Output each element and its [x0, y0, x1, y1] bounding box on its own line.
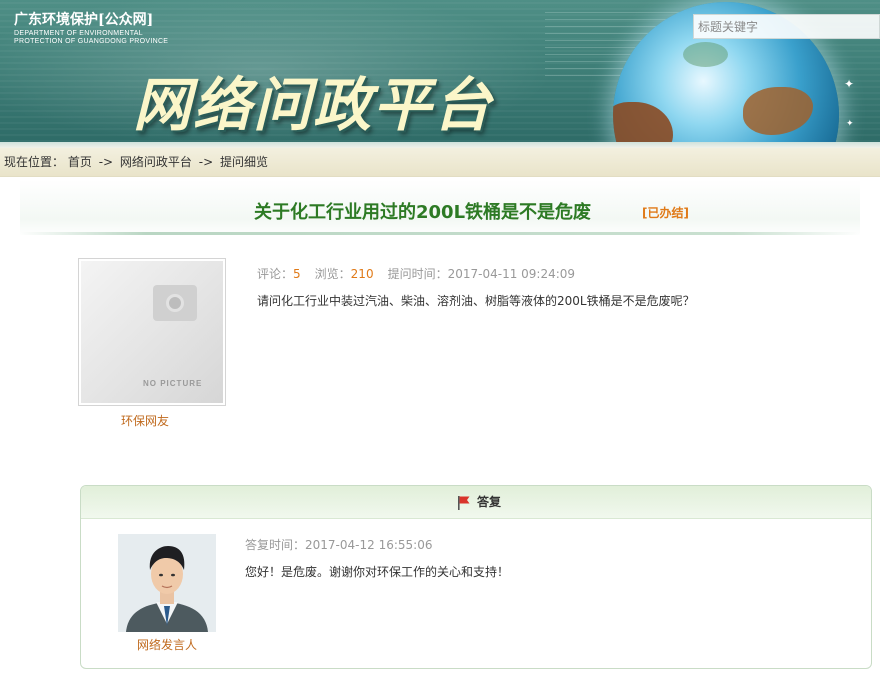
- ask-time-label: 提问时间：: [387, 267, 448, 281]
- reply-header-title: 答复: [457, 486, 501, 518]
- breadcrumb-separator: ->: [98, 155, 114, 169]
- no-picture-label: NO PICTURE: [143, 379, 203, 388]
- site-logo-english: DEPARTMENT OF ENVIRONMENTAL PROTECTION O…: [14, 30, 168, 46]
- ask-time-value: 2017-04-11 09:24:09: [447, 267, 576, 281]
- status-badge: [已办结]: [642, 206, 689, 220]
- no-picture-placeholder: NO PICTURE: [81, 261, 223, 403]
- reply-body: 您好！是危废。谢谢你对环保工作的关心和支持！: [245, 565, 510, 579]
- globe-land: [683, 42, 728, 67]
- logo-en-line: DEPARTMENT OF ENVIRONMENTAL: [14, 30, 143, 37]
- responder-name[interactable]: 网络发言人: [118, 636, 216, 653]
- breadcrumb: 现在位置： 首页 -> 网络问政平台 -> 提问细览: [0, 148, 880, 177]
- breadcrumb-current: 提问细览: [219, 155, 268, 169]
- site-logo[interactable]: 广东环境保护[公众网]: [14, 9, 153, 29]
- reply-time-label: 答复时间：: [245, 538, 306, 552]
- search-input[interactable]: [693, 14, 880, 39]
- sparkle-icon: ✦: [846, 119, 854, 129]
- reply-time-value: 2017-04-12 16:55:06: [305, 538, 433, 552]
- views-label: 浏览：: [314, 267, 351, 281]
- asker-name[interactable]: 环保网友: [78, 412, 212, 429]
- question-body: 请问化工行业中装过汽油、柴油、溶剂油、树脂等液体的200L铁桶是不是危废呢？: [257, 294, 695, 308]
- spokesperson-avatar: [118, 534, 216, 632]
- question-title: 关于化工行业用过的200L铁桶是不是危废: [254, 202, 592, 223]
- reply-header: 答复: [81, 486, 871, 519]
- avatar: [118, 534, 216, 632]
- globe-land: [743, 87, 813, 135]
- logo-en-line: PROTECTION OF GUANGDONG PROVINCE: [14, 38, 169, 45]
- asker-photo: NO PICTURE: [78, 258, 226, 406]
- question-meta: 评论：5 浏览：210 提问时间：2017-04-11 09:24:09: [257, 265, 575, 282]
- breadcrumb-separator: ->: [198, 155, 214, 169]
- site-banner: ✦ ✦ 广东环境保护[公众网] DEPARTMENT OF ENVIRONMEN…: [0, 0, 880, 148]
- reply-panel: 答复 网络发言人 答复时间：2017-04-12 16:55:06 您好！是危废…: [80, 485, 872, 669]
- breadcrumb-label: 现在位置：: [4, 155, 65, 169]
- camera-lens: [166, 294, 184, 312]
- views-count: 210: [350, 267, 374, 281]
- comments-label: 评论：: [257, 267, 294, 281]
- reply-header-label: 答复: [477, 495, 502, 509]
- question-title-bar: 关于化工行业用过的200L铁桶是不是危废 [已办结]: [20, 180, 860, 236]
- banner-title: 网络问政平台: [133, 71, 494, 139]
- sparkle-icon: ✦: [844, 77, 855, 91]
- comments-count: 5: [293, 267, 301, 281]
- breadcrumb-platform-link[interactable]: 网络问政平台: [120, 155, 192, 169]
- title-divider: [20, 232, 860, 235]
- breadcrumb-home-link[interactable]: 首页: [68, 155, 92, 169]
- reply-meta: 答复时间：2017-04-12 16:55:06: [245, 536, 432, 553]
